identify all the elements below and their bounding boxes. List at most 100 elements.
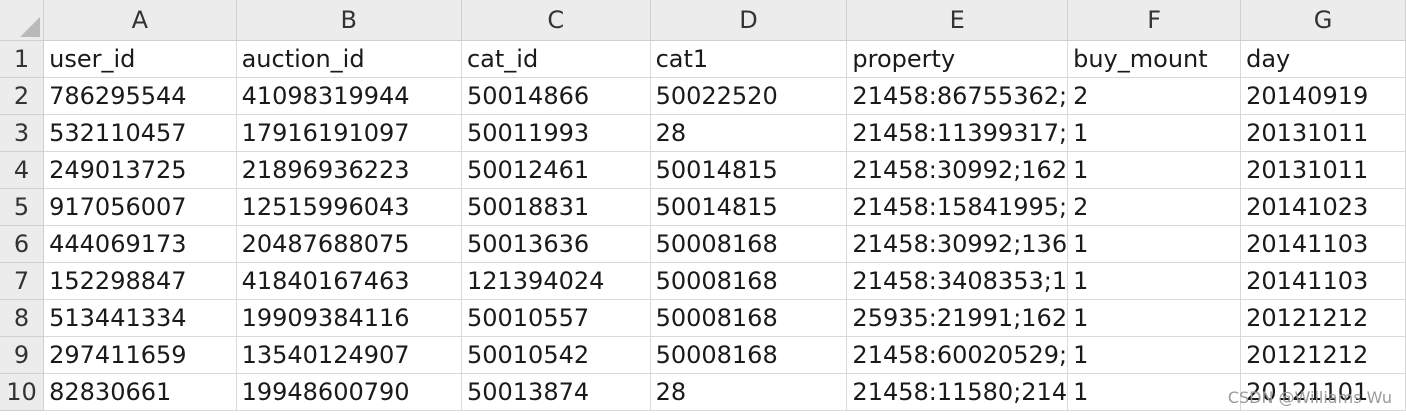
grid-cell[interactable]: 297411659 bbox=[43, 336, 237, 374]
grid-cell[interactable]: 12515996043 bbox=[236, 188, 462, 226]
grid-cell[interactable]: 19948600790 bbox=[236, 373, 462, 411]
grid-cell[interactable]: 21458:30992;136 bbox=[846, 225, 1069, 263]
grid-body: 1 user_id auction_id cat_id cat1 property buy_… bbox=[0, 40, 1406, 411]
column-header-f[interactable]: F bbox=[1067, 0, 1242, 41]
row-header[interactable]: 7 bbox=[0, 262, 45, 300]
grid-cell[interactable]: 20487688075 bbox=[236, 225, 462, 263]
grid-cell[interactable]: 1 bbox=[1067, 114, 1242, 152]
grid-cell[interactable]: 1 bbox=[1067, 336, 1242, 374]
grid-cell[interactable]: 21458:15841995; bbox=[846, 188, 1069, 226]
grid-cell[interactable]: 20121212 bbox=[1240, 299, 1406, 337]
grid-cell[interactable]: 917056007 bbox=[43, 188, 237, 226]
table-row: 1 user_id auction_id cat_id cat1 property buy_… bbox=[0, 40, 1406, 78]
grid-cell[interactable]: 21458:11580;214 bbox=[846, 373, 1069, 411]
grid-cell[interactable]: 19909384116 bbox=[236, 299, 462, 337]
row-header[interactable]: 3 bbox=[0, 114, 45, 152]
grid-cell[interactable]: 50011993 bbox=[461, 114, 651, 152]
spreadsheet: A B C D E F G 1 user_id auction_id cat_id ca… bbox=[0, 0, 1406, 415]
grid-cell[interactable]: 50014815 bbox=[650, 151, 848, 189]
grid-cell[interactable]: 17916191097 bbox=[236, 114, 462, 152]
grid-cell[interactable]: 50012461 bbox=[461, 151, 651, 189]
grid-cell[interactable]: 20131011 bbox=[1240, 114, 1406, 152]
grid-cell[interactable]: 41840167463 bbox=[236, 262, 462, 300]
select-all-corner[interactable] bbox=[0, 0, 45, 41]
row-header[interactable]: 9 bbox=[0, 336, 45, 374]
grid-cell[interactable]: 50022520 bbox=[650, 77, 848, 115]
grid-cell[interactable]: 50014866 bbox=[461, 77, 651, 115]
grid-cell[interactable]: 50008168 bbox=[650, 336, 848, 374]
row-header[interactable]: 4 bbox=[0, 151, 45, 189]
grid-cell[interactable]: 20141103 bbox=[1240, 262, 1406, 300]
grid-cell[interactable]: 50013636 bbox=[461, 225, 651, 263]
grid-cell[interactable]: day bbox=[1240, 40, 1406, 78]
table-row: 6 444069173 20487688075 50013636 50008168 214… bbox=[0, 225, 1406, 263]
grid-cell[interactable]: 20141103 bbox=[1240, 225, 1406, 263]
grid-cell[interactable]: 21458:30992;162 bbox=[846, 151, 1069, 189]
row-header[interactable]: 1 bbox=[0, 40, 45, 78]
grid-cell[interactable]: 1 bbox=[1067, 299, 1242, 337]
grid-cell[interactable]: 20140919 bbox=[1240, 77, 1406, 115]
grid-cell[interactable]: 20131011 bbox=[1240, 151, 1406, 189]
row-header[interactable]: 8 bbox=[0, 299, 45, 337]
column-header-d[interactable]: D bbox=[650, 0, 848, 41]
grid-cell[interactable]: 21896936223 bbox=[236, 151, 462, 189]
grid-cell[interactable]: property bbox=[846, 40, 1069, 78]
grid-cell[interactable]: 2 bbox=[1067, 188, 1242, 226]
grid-cell[interactable]: cat_id bbox=[461, 40, 651, 78]
grid-cell[interactable]: 50010557 bbox=[461, 299, 651, 337]
grid-cell[interactable]: 513441334 bbox=[43, 299, 237, 337]
grid-cell[interactable]: 152298847 bbox=[43, 262, 237, 300]
grid-cell[interactable]: 50013874 bbox=[461, 373, 651, 411]
table-row: 10 82830661 19948600790 50013874 28 21458:115… bbox=[0, 373, 1406, 411]
grid-cell[interactable]: 41098319944 bbox=[236, 77, 462, 115]
table-row: 3 532110457 17916191097 50011993 28 21458:113… bbox=[0, 114, 1406, 152]
table-row: 9 297411659 13540124907 50010542 50008168 214… bbox=[0, 336, 1406, 374]
column-header-b[interactable]: B bbox=[236, 0, 462, 41]
grid-cell[interactable]: 21458:3408353;1 bbox=[846, 262, 1069, 300]
column-header-g[interactable]: G bbox=[1240, 0, 1406, 41]
grid-cell[interactable]: 1 bbox=[1067, 151, 1242, 189]
grid-cell[interactable]: 50008168 bbox=[650, 262, 848, 300]
grid-cell[interactable]: 82830661 bbox=[43, 373, 237, 411]
grid-cell[interactable]: 786295544 bbox=[43, 77, 237, 115]
grid-cell[interactable]: buy_mount bbox=[1067, 40, 1242, 78]
grid-cell[interactable]: 50008168 bbox=[650, 299, 848, 337]
watermark: CSDN @Williams Wu bbox=[1227, 388, 1392, 407]
grid-cell[interactable]: 249013725 bbox=[43, 151, 237, 189]
row-header[interactable]: 2 bbox=[0, 77, 45, 115]
column-header-e[interactable]: E bbox=[846, 0, 1069, 41]
grid-cell[interactable]: cat1 bbox=[650, 40, 848, 78]
row-header[interactable]: 5 bbox=[0, 188, 45, 226]
grid-cell[interactable]: 21458:86755362; bbox=[846, 77, 1069, 115]
grid-cell[interactable]: user_id bbox=[43, 40, 237, 78]
spreadsheet-grid: A B C D E F G 1 user_id auction_id cat_id ca… bbox=[0, 0, 1406, 411]
table-row: 8 513441334 19909384116 50010557 50008168 259… bbox=[0, 299, 1406, 337]
column-header-a[interactable]: A bbox=[43, 0, 237, 41]
grid-cell[interactable]: 28 bbox=[650, 373, 848, 411]
grid-cell[interactable]: 25935:21991;162 bbox=[846, 299, 1069, 337]
grid-cell[interactable]: 20121212 bbox=[1240, 336, 1406, 374]
grid-cell[interactable]: 1 bbox=[1067, 373, 1242, 411]
row-header[interactable]: 6 bbox=[0, 225, 45, 263]
grid-cell[interactable]: 13540124907 bbox=[236, 336, 462, 374]
grid-cell[interactable]: 50010542 bbox=[461, 336, 651, 374]
table-row: 5 917056007 12515996043 50018831 50014815 214… bbox=[0, 188, 1406, 226]
grid-cell[interactable]: 444069173 bbox=[43, 225, 237, 263]
grid-cell[interactable]: 50014815 bbox=[650, 188, 848, 226]
grid-cell[interactable]: 21458:11399317; bbox=[846, 114, 1069, 152]
grid-cell[interactable]: 28 bbox=[650, 114, 848, 152]
grid-cell[interactable]: 1 bbox=[1067, 225, 1242, 263]
column-header-c[interactable]: C bbox=[461, 0, 651, 41]
grid-cell[interactable]: auction_id bbox=[236, 40, 462, 78]
grid-cell[interactable]: 50018831 bbox=[461, 188, 651, 226]
table-row: 7 152298847 41840167463 121394024 50008168 21… bbox=[0, 262, 1406, 300]
grid-cell[interactable]: 20141023 bbox=[1240, 188, 1406, 226]
row-header[interactable]: 10 bbox=[0, 373, 45, 411]
table-row: 4 249013725 21896936223 50012461 50014815 214… bbox=[0, 151, 1406, 189]
grid-cell[interactable]: 121394024 bbox=[461, 262, 651, 300]
grid-cell[interactable]: 1 bbox=[1067, 262, 1242, 300]
grid-cell[interactable]: 50008168 bbox=[650, 225, 848, 263]
grid-cell[interactable]: 532110457 bbox=[43, 114, 237, 152]
grid-cell[interactable]: 2 bbox=[1067, 77, 1242, 115]
grid-cell[interactable]: 21458:60020529; bbox=[846, 336, 1069, 374]
